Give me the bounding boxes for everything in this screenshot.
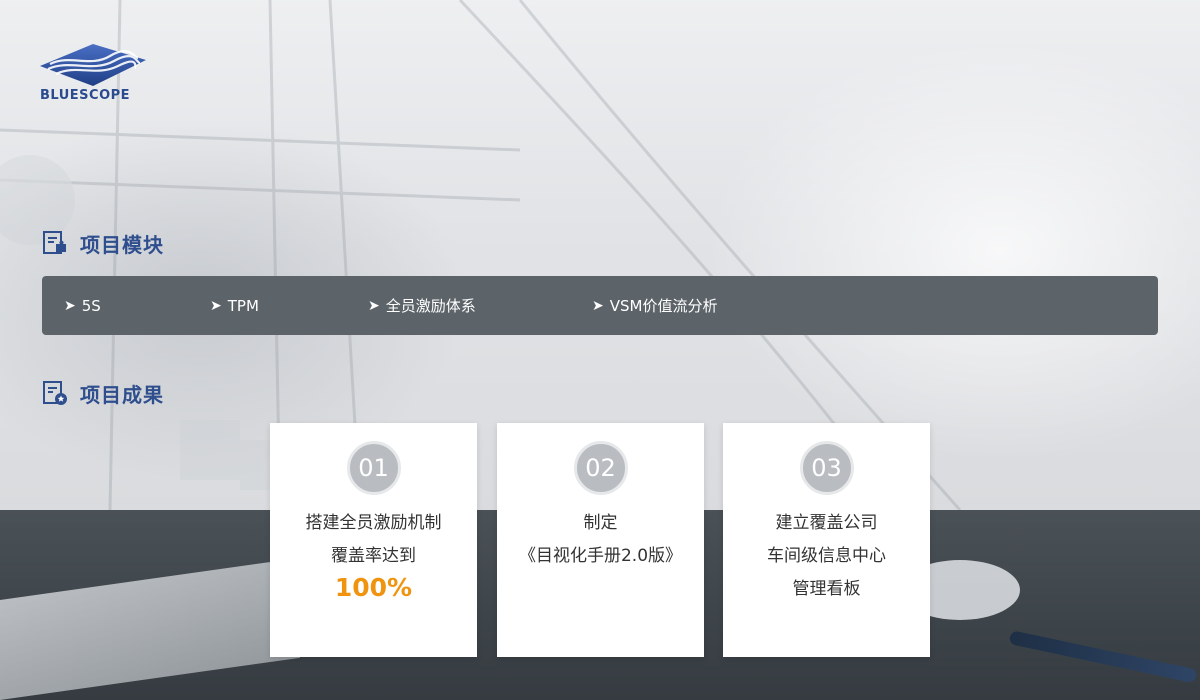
- module-label: 5S: [81, 296, 101, 315]
- result-card-03: 03 建立覆盖公司 车间级信息中心 管理看板: [723, 423, 930, 657]
- card-line: 覆盖率达到: [331, 546, 416, 566]
- result-card-01: 01 搭建全员激励机制 覆盖率达到 100%: [270, 423, 477, 657]
- module-label: TPM: [227, 296, 259, 315]
- modules-section-title: 项目模块: [42, 228, 164, 258]
- modules-section-label: 项目模块: [80, 232, 164, 257]
- module-item-tpm[interactable]: ➤ TPM: [210, 276, 259, 335]
- arrow-right-icon: ➤: [368, 297, 380, 314]
- card-text: 搭建全员激励机制 覆盖率达到 100%: [270, 507, 477, 603]
- bluescope-logo-mark: [40, 44, 146, 86]
- module-label: 全员激励体系: [385, 297, 476, 315]
- card-number-badge: 02: [573, 441, 628, 495]
- puzzle-document-icon: [43, 231, 66, 254]
- card-line: 搭建全员激励机制: [305, 513, 442, 533]
- module-label: VSM价值流分析: [609, 297, 718, 315]
- card-line: 建立覆盖公司: [775, 513, 878, 533]
- results-section-label: 项目成果: [80, 382, 164, 407]
- arrow-right-icon: ➤: [592, 297, 604, 314]
- logo-text: BLUESCOPE: [40, 88, 131, 103]
- card-line: 车间级信息中心: [767, 546, 886, 566]
- results-section-title: 项目成果: [42, 378, 164, 408]
- module-item-5s[interactable]: ➤ 5S: [64, 276, 101, 335]
- card-highlight-value: 100%: [334, 573, 413, 602]
- arrow-right-icon: ➤: [210, 297, 222, 314]
- module-item-vsm[interactable]: ➤ VSM价值流分析: [592, 276, 717, 335]
- card-line: 管理看板: [792, 579, 861, 599]
- star-document-icon: [43, 381, 67, 405]
- arrow-right-icon: ➤: [64, 297, 76, 314]
- bluescope-logo: BLUESCOPE: [40, 44, 150, 103]
- card-text: 制定 《目视化手册2.0版》: [497, 507, 704, 573]
- modules-bar: ➤ 5S ➤ TPM ➤ 全员激励体系 ➤ VSM价值流分析: [42, 276, 1158, 335]
- card-text: 建立覆盖公司 车间级信息中心 管理看板: [723, 507, 930, 606]
- card-line: 《目视化手册2.0版》: [518, 546, 683, 566]
- card-number-badge: 01: [346, 441, 401, 495]
- card-number-badge: 03: [799, 441, 854, 495]
- result-card-02: 02 制定 《目视化手册2.0版》: [497, 423, 704, 657]
- card-line: 制定: [583, 513, 618, 533]
- module-item-incentive-system[interactable]: ➤ 全员激励体系: [368, 276, 476, 335]
